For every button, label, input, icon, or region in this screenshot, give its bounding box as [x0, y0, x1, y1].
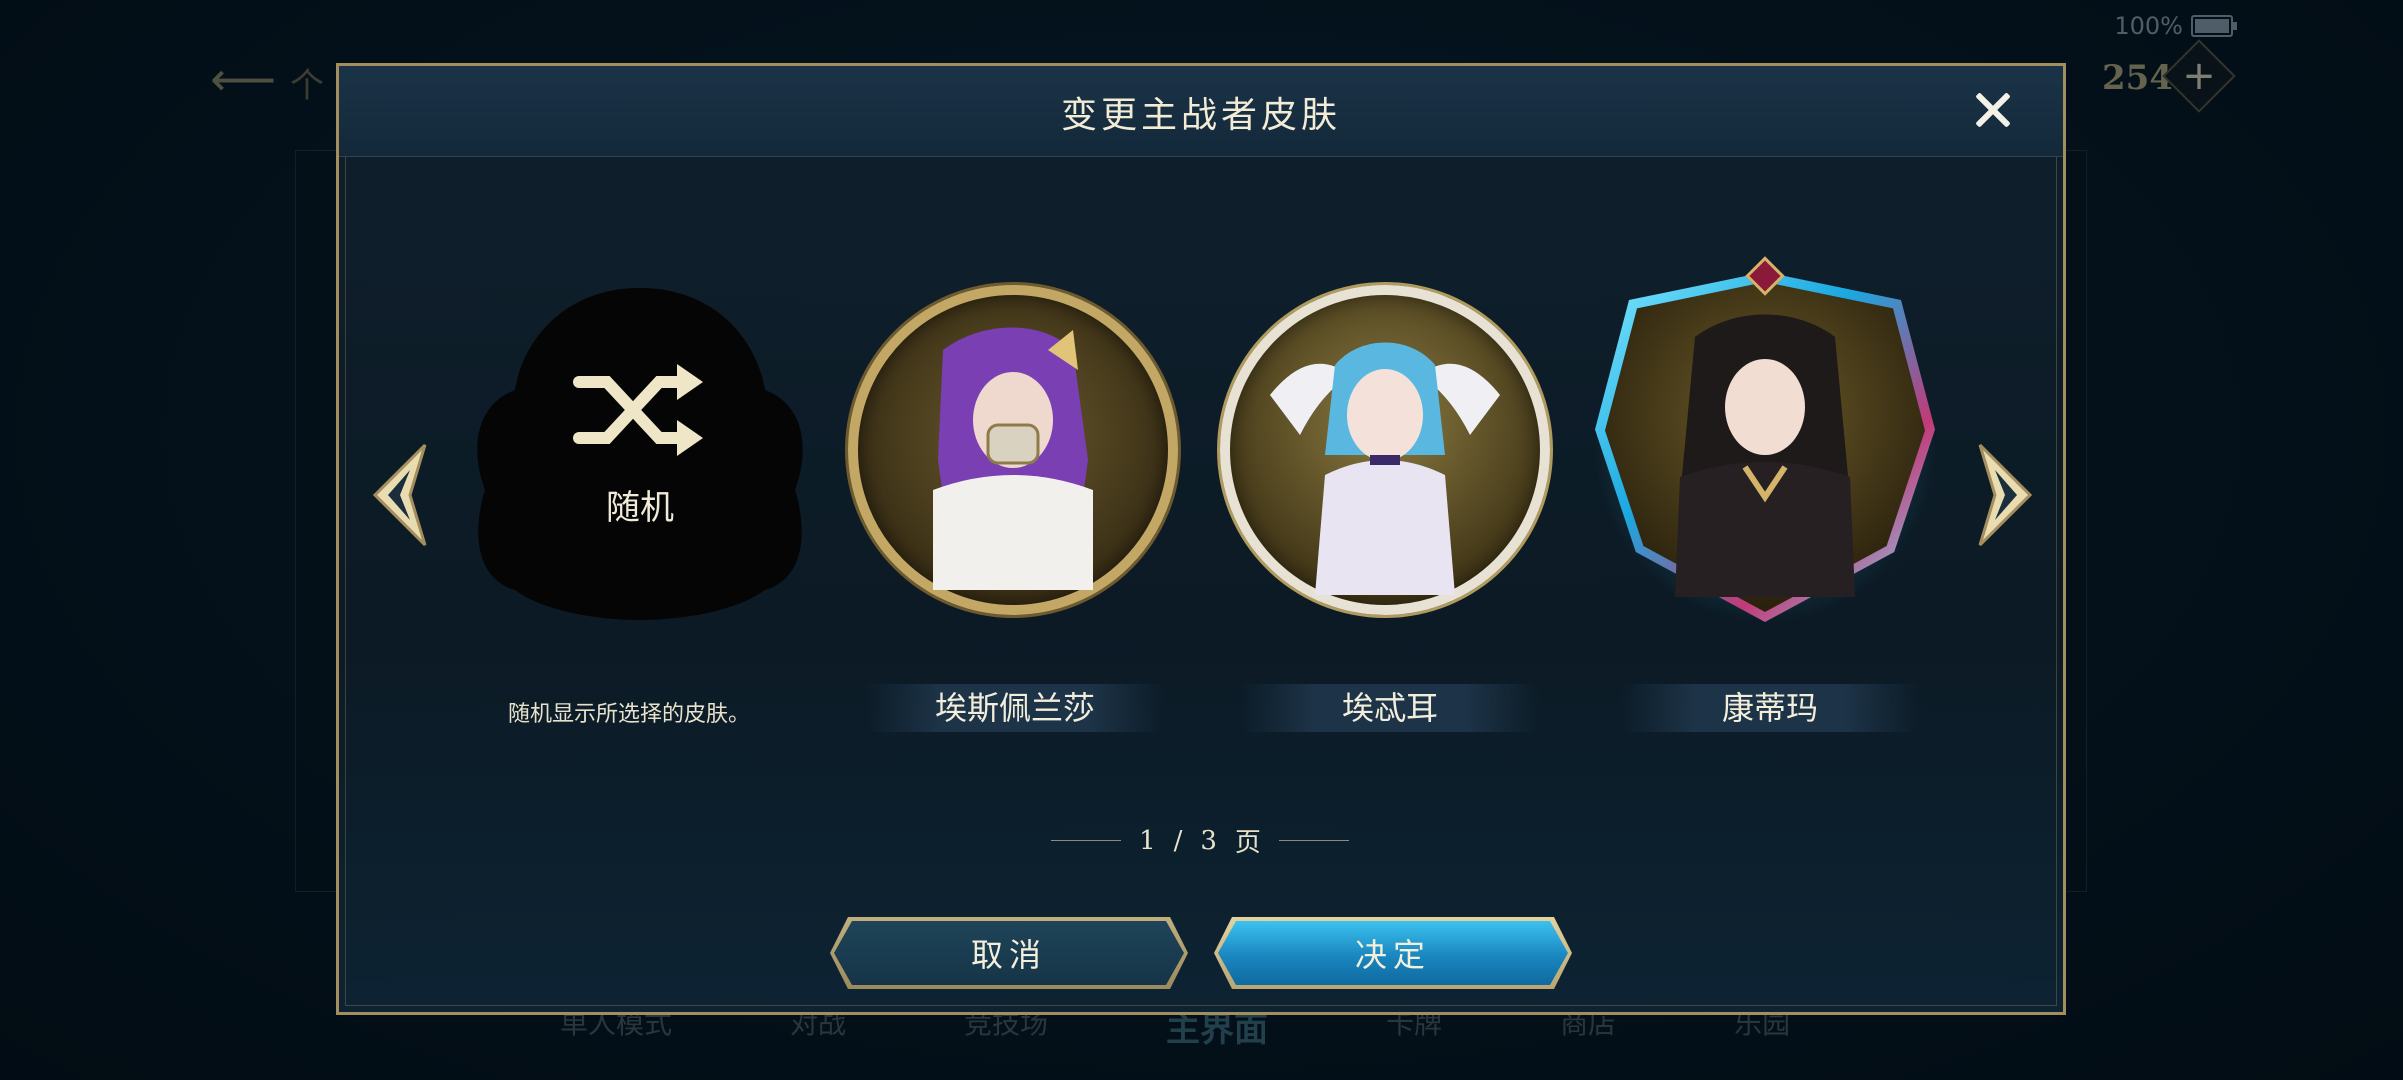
random-card-label: 随机	[606, 488, 674, 528]
close-icon[interactable]	[1967, 84, 2019, 136]
page-indicator: 1 / 3 页	[1040, 822, 1360, 859]
skin-card-cantima[interactable]	[1579, 256, 1951, 638]
character-portrait	[1675, 314, 1855, 597]
skin-card-random[interactable]: 随机	[465, 280, 815, 620]
pager-line-left	[1051, 840, 1122, 841]
confirm-button-label: 决定	[1354, 936, 1431, 974]
arrow-right-icon[interactable]	[1975, 440, 2035, 550]
shuffle-icon	[573, 364, 703, 456]
skin-name-esperanza: 埃斯佩兰莎	[865, 684, 1165, 732]
page-unit: 页	[1234, 828, 1261, 858]
pager-line-right	[1278, 840, 1349, 841]
confirm-button[interactable]: 决定	[1214, 917, 1572, 989]
cancel-button[interactable]: 取消	[830, 917, 1188, 989]
cancel-button-label: 取消	[970, 936, 1047, 974]
page-separator: /	[1173, 825, 1183, 856]
skin-name-aether: 埃忒耳	[1240, 684, 1540, 732]
random-description: 随机显示所选择的皮肤。	[508, 702, 751, 727]
character-portrait	[933, 327, 1093, 590]
dialog-title: 变更主战者皮肤	[1060, 95, 1341, 136]
skin-card-aether[interactable]	[1220, 285, 1550, 615]
arrow-left-icon[interactable]	[370, 440, 430, 550]
skin-name-cantima: 康蒂玛	[1620, 684, 1920, 732]
character-portrait	[1270, 342, 1500, 595]
page-current: 1	[1139, 825, 1156, 856]
page-total: 3	[1200, 825, 1217, 856]
skin-card-esperanza[interactable]	[848, 285, 1178, 615]
dialog-header: 变更主战者皮肤	[339, 66, 2063, 157]
